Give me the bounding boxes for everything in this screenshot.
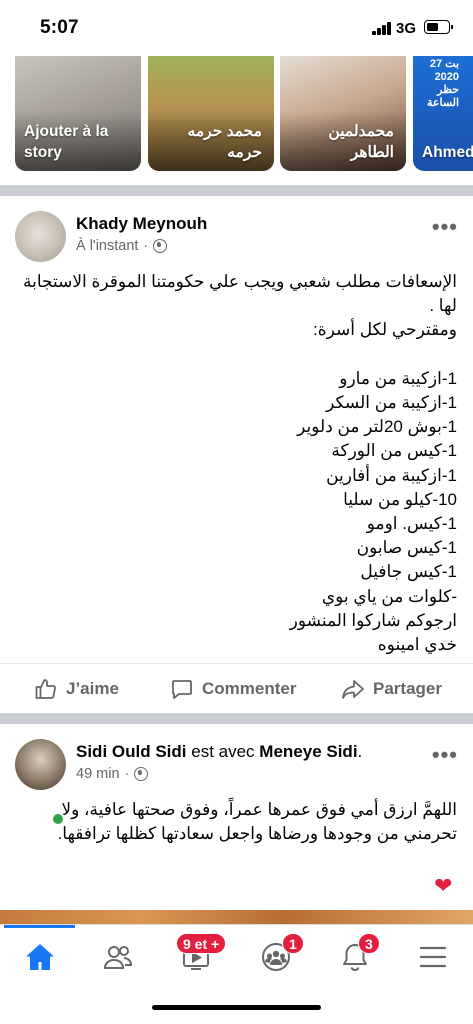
active-tab-indicator [4,925,75,928]
tab-menu[interactable] [403,933,463,981]
globe-icon [134,767,149,781]
post-actions: J’aime Commenter Partager [0,663,473,713]
friends-icon [103,946,133,969]
feed-post: Khady Meynouh À l'instant · ••• الإسعافات… [0,196,473,712]
stories-tray: Ajouter à la story محمد حرمه حرمه محمدلم… [0,56,473,174]
share-icon [342,680,364,699]
section-divider [0,713,473,724]
tab-friends[interactable] [88,933,148,981]
comment-icon [172,680,192,699]
post-author[interactable]: Khady Meynouh [76,214,207,234]
share-label: Partager [373,679,442,698]
tab-home[interactable] [10,933,70,981]
post-author-line: Sidi Ould Sidi est avec Meneye Sidi. [76,742,363,761]
story-label: Ajouter à la story [24,123,109,161]
heart-icon: ❤ [434,873,453,898]
online-status-dot [51,812,65,826]
share-button[interactable]: Partager [341,664,442,714]
home-indicator [152,1005,321,1010]
tab-notifications[interactable]: 3 [325,933,385,981]
with-text: est avec [191,742,255,761]
home-icon [26,944,54,970]
story-card[interactable]: محمد حرمه حرمه [148,56,274,171]
story-label: Ahmed Moham [422,144,473,161]
story-card[interactable]: بت 27 2020 حظر الساعة Ahmed Moham [413,56,473,171]
comment-button[interactable]: Commenter [170,664,296,714]
post-time: À l'instant [76,238,139,254]
feed-post: Sidi Ould Sidi est avec Meneye Sidi. 49 … [0,724,473,924]
story-label: محمدلمين الطاهر [328,123,394,161]
post-author[interactable]: Sidi Ould Sidi [76,742,187,761]
story-add[interactable]: Ajouter à la story [15,56,141,171]
story-card[interactable]: محمدلمين الطاهر [280,56,406,171]
post-text: الإسعافات مطلب شعبي ويجب علي حكومتنا الم… [22,272,457,655]
like-button[interactable]: J’aime [34,664,119,714]
avatar[interactable] [15,739,66,790]
avatar[interactable] [15,211,66,262]
post-meta: À l'instant · [76,238,168,254]
video-badge: 9 et + [176,933,227,954]
post-text: اللهمَّ ارزق أمي فوق عمرها عمراً، وفوق ص… [57,800,457,843]
like-label: J’aime [66,679,119,698]
more-options-button[interactable]: ••• [432,742,458,768]
status-time: 5:07 [40,17,79,38]
thumbs-up-icon [35,679,56,699]
battery-icon [424,20,453,34]
post-meta: 49 min · [76,766,149,782]
section-divider [0,185,473,196]
story-overlay-text: بت 27 2020 حظر الساعة [427,58,460,109]
notifications-badge: 3 [358,933,380,954]
tab-watch[interactable]: 9 et + [166,933,227,981]
story-label: محمد حرمه حرمه [187,123,262,161]
menu-icon [419,946,447,968]
more-options-button[interactable]: ••• [432,214,458,240]
status-bar: 5:07 3G [0,0,473,56]
network-type: 3G [396,20,417,37]
tagged-user[interactable]: Meneye Sidi [259,742,357,761]
globe-icon [153,239,168,253]
comment-label: Commenter [202,679,297,698]
tab-groups[interactable]: 1 [246,933,306,981]
signal-icon [372,22,392,35]
post-time: 49 min [76,766,120,782]
groups-badge: 1 [282,933,304,954]
